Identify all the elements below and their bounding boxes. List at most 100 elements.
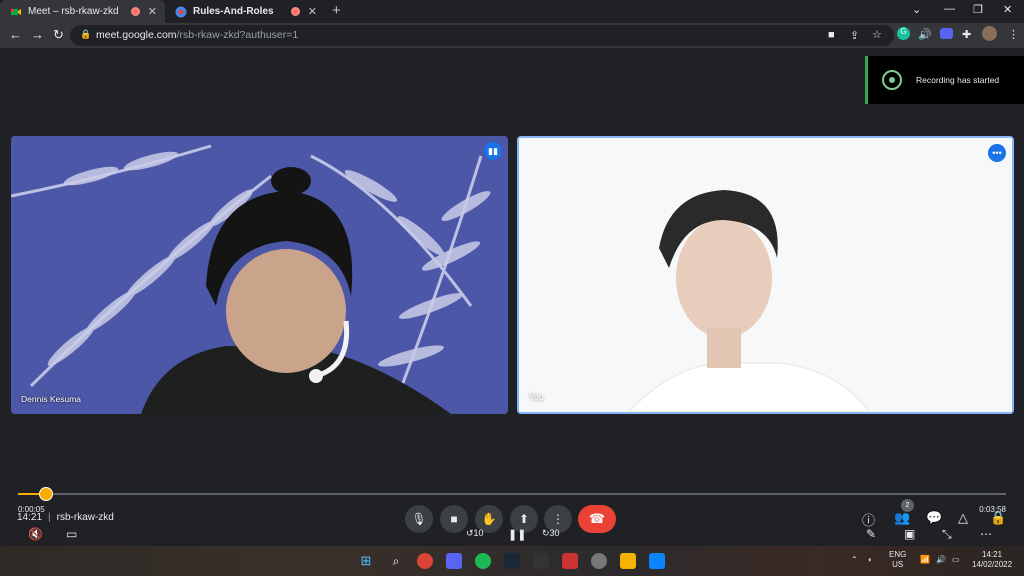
close-tab-icon[interactable]: ✕ [148,5,157,18]
participant-name: Dennis Kesuma [21,394,82,404]
battery-icon[interactable]: ▭ [952,555,960,565]
chat-icon[interactable]: 💬 [926,510,942,526]
present-screen-icon: ⬆ [518,512,530,526]
forward-button[interactable]: ↻30 [542,528,560,539]
grammarly-extension-icon[interactable]: G [897,27,910,40]
picture-in-picture-icon[interactable]: ▣ [904,527,915,541]
new-tab-icon[interactable]: + [332,2,341,19]
camera-in-use-icon[interactable]: ■ [828,29,835,41]
lock-icon: 🔒 [80,29,92,39]
app-taskbar-icon[interactable] [562,553,578,569]
epic-games-taskbar-icon[interactable] [533,553,549,569]
activities-icon[interactable]: △ [958,510,968,526]
chrome-menu-icon[interactable]: ⋮ [1008,28,1019,41]
meeting-code: rsb-rkaw-zkd [56,512,114,523]
separator: | [48,512,51,523]
meeting-clock: 14:21 [17,512,43,523]
pause-button[interactable]: ❚❚ [508,528,526,541]
browser-toolbar: ← → ↻ 🔒 meet.google.com/rsb-rkaw-zkd?aut… [0,23,1024,48]
language-indicator[interactable]: ENG US [889,550,906,570]
close-window-icon[interactable]: ✕ [1003,3,1012,16]
rewind-seconds: 10 [473,528,484,538]
rewind-icon: ↺ [466,528,474,538]
minimize-icon[interactable]: — [944,3,955,15]
recording-indicator-icon [290,7,300,16]
meeting-info: 14:21 | rsb-rkaw-zkd [17,512,114,523]
people-icon[interactable]: 👥 [894,510,910,526]
tab-search-icon[interactable]: ⌄ [912,3,921,16]
microphone-icon: 🎙 [411,512,427,526]
player-more-icon[interactable]: ⋯ [980,527,992,541]
browser-tab-bar: Meet – rsb-rkaw-zkd ✕ Rules-And-Roles ✕ … [0,0,1024,23]
mute-audio-icon[interactable]: 🔇 [28,527,43,541]
captions-icon[interactable]: ▭ [66,527,77,541]
fern-background-image [11,136,508,414]
extensions-puzzle-icon[interactable]: ✚ [962,28,971,41]
bookmark-star-icon[interactable]: ☆ [872,28,882,41]
back-icon[interactable]: ← [9,27,22,42]
system-clock[interactable]: 14:21 14/02/2022 [972,550,1012,570]
meet-favicon-icon [11,8,21,15]
recording-notification: Recording has started [865,56,1024,104]
rewind-button[interactable]: ↺10 [466,528,484,539]
forward-icon[interactable]: → [31,27,44,42]
profile-avatar[interactable] [982,26,997,41]
settings-taskbar-icon[interactable] [591,553,607,569]
site-favicon-icon [175,6,187,17]
speaker-extension-icon[interactable]: 🔊 [918,28,932,41]
video-seek-bar[interactable] [18,487,1006,501]
participant-tile-dennis[interactable]: ▮▮ Dennis Kesuma [11,136,508,414]
tray-app-icon[interactable]: ◐ [868,555,873,565]
url-host: meet.google.com [96,29,177,41]
more-options-icon[interactable]: ••• [988,144,1006,162]
media-taskbar-icon[interactable] [649,553,665,569]
language-region: US [892,560,904,569]
recording-notification-text: Recording has started [916,75,1000,85]
exit-fullscreen-icon[interactable]: ⤡ [942,527,952,542]
close-tab-icon[interactable]: ✕ [308,5,317,18]
tray-chevron-icon[interactable]: ⌃ [851,555,858,565]
chrome-taskbar-icon[interactable] [417,553,433,569]
recording-icon [882,70,902,90]
volume-icon[interactable]: 🔊 [936,555,946,565]
share-icon[interactable]: ⇪ [850,29,859,42]
screen: Meet – rsb-rkaw-zkd ✕ Rules-And-Roles ✕ … [0,0,1024,576]
windows-taskbar: ⊞ ⌕ ⌃ ◐ ENG US 📶 🔊 ▭ 14:21 14/02/2022 [0,546,1024,576]
steam-taskbar-icon[interactable] [504,553,520,569]
forward-icon: ↻ [542,528,550,538]
tab-rules-and-roles[interactable]: Rules-And-Roles ✕ [165,0,325,23]
reload-icon[interactable]: ↻ [53,27,64,43]
tab-title: Rules-And-Roles [193,6,274,17]
participant-tile-you[interactable]: ••• You [517,136,1014,414]
url-path: /rsb-rkaw-zkd?authuser=1 [176,29,299,41]
microphone-button[interactable]: 🎙 [405,505,433,533]
discord-extension-icon[interactable] [940,28,953,39]
forward-seconds: 30 [549,528,560,538]
host-controls-icon[interactable]: 🔒 [990,510,1006,526]
language-code: ENG [889,550,907,559]
file-explorer-taskbar-icon[interactable] [620,553,636,569]
address-bar[interactable]: 🔒 meet.google.com/rsb-rkaw-zkd?authuser=… [70,25,894,46]
camera-button[interactable]: ■ [440,505,468,533]
url-text: meet.google.com/rsb-rkaw-zkd?authuser=1 [96,29,298,41]
seek-handle[interactable] [38,487,53,501]
spotify-taskbar-icon[interactable] [475,553,491,569]
clock-time: 14:21 [982,550,1003,559]
hangup-icon: ☎ [588,511,606,526]
self-video-image [519,138,1012,412]
recording-indicator-icon [130,7,140,16]
tab-title: Meet – rsb-rkaw-zkd [28,6,119,17]
search-icon[interactable]: ⌕ [388,553,404,569]
leave-call-button[interactable]: ☎ [578,505,616,533]
hand-icon: ✋ [481,512,497,526]
clock-date: 14/02/2022 [972,560,1013,569]
participant-name: You [529,392,544,402]
windows-start-icon[interactable]: ⊞ [358,553,374,569]
camera-icon: ■ [450,512,458,526]
wifi-icon[interactable]: 📶 [920,555,930,565]
discord-taskbar-icon[interactable] [446,553,462,569]
edit-pencil-icon[interactable]: ✎ [866,527,876,541]
tab-meet[interactable]: Meet – rsb-rkaw-zkd ✕ [0,0,165,23]
restore-icon[interactable]: ❐ [973,3,983,16]
more-vert-icon: ⋮ [552,512,564,526]
